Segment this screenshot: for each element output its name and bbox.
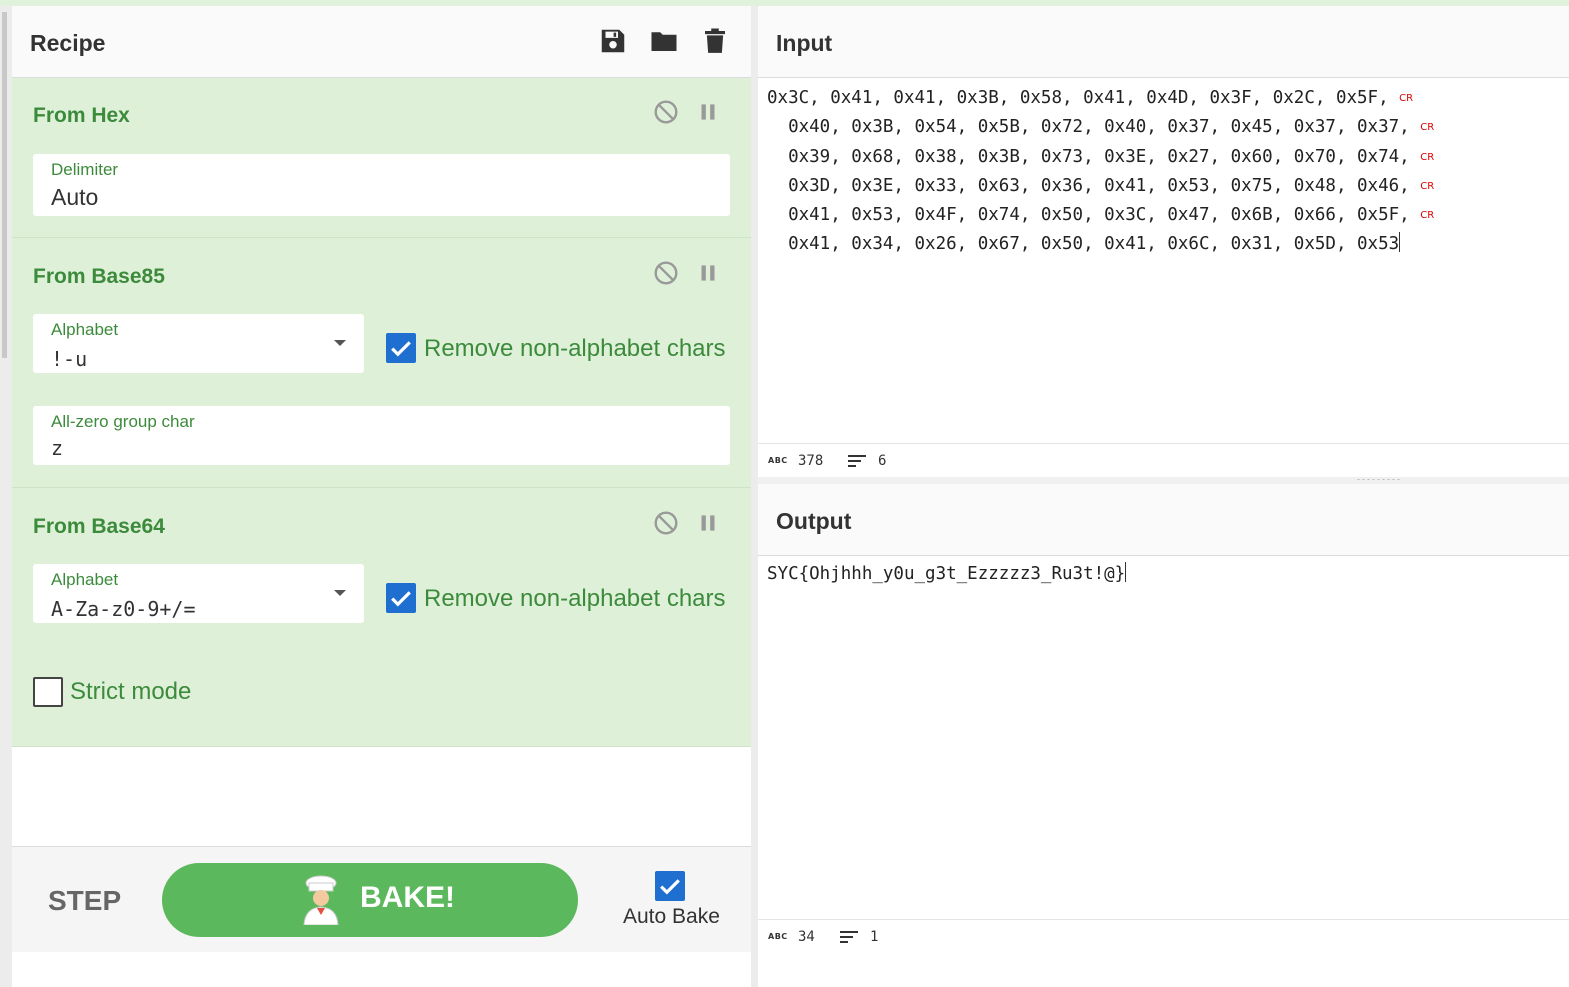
auto-bake-label: Auto Bake [623,905,720,928]
input-line: 0x39, 0x68, 0x38, 0x3B, 0x73, 0x3E, 0x27… [767,143,1434,172]
trash-icon[interactable] [700,26,730,56]
cr-marker: CR [1420,122,1435,134]
delimiter-value: Auto [51,184,99,210]
horizontal-splitter[interactable] [758,477,1569,484]
check-icon [391,591,411,607]
output-header: Output [758,484,1569,556]
input-status-bar: ABC 378 6 [758,443,1569,478]
lines-icon [848,455,866,467]
all-zero-group-char-field[interactable]: All-zero group char z [33,406,730,465]
output-pane: Output SYC{Ohjhhh_y0u_g3t_Ezzzzz3_Ru3t!@… [758,484,1569,987]
delimiter-label: Delimiter [51,160,119,179]
bake-label: BAKE! [360,881,455,914]
input-line-text: 0x39, 0x68, 0x38, 0x3B, 0x73, 0x3E, 0x27… [767,146,1421,167]
strict-mode-checkbox[interactable] [33,677,63,707]
recipe-pane: Recipe From Hex Delimiter Auto From Base… [12,6,751,987]
cr-marker: CR [1420,210,1435,222]
alphabet-label: Alphabet [51,570,119,589]
operation-from-base85[interactable]: From Base85 Alphabet !-u Remove non-alph… [12,238,751,488]
remove-non-alphabet-checkbox[interactable] [386,583,416,613]
disable-icon[interactable] [653,99,679,125]
pause-icon[interactable] [695,99,721,125]
input-line-text: 0x41, 0x53, 0x4F, 0x74, 0x50, 0x3C, 0x47… [767,205,1421,226]
check-icon [391,341,411,357]
input-line-text: 0x40, 0x3B, 0x54, 0x5B, 0x72, 0x40, 0x37… [767,117,1421,138]
left-scrollbar-thumb[interactable] [2,12,7,358]
alphabet-label: Alphabet [51,320,119,339]
recipe-header: Recipe [12,6,751,78]
input-line-text: 0x41, 0x34, 0x26, 0x67, 0x50, 0x41, 0x6C… [767,234,1400,255]
input-textarea[interactable]: 0x3C, 0x41, 0x41, 0x3B, 0x58, 0x41, 0x4D… [767,84,1434,260]
splitter-handle[interactable] [1356,478,1402,481]
recipe-title: Recipe [30,30,106,56]
input-line: 0x40, 0x3B, 0x54, 0x5B, 0x72, 0x40, 0x37… [767,113,1434,142]
folder-icon[interactable] [649,26,679,56]
chef-icon [303,875,339,925]
bake-button[interactable]: BAKE! [162,863,578,937]
auto-bake-checkbox[interactable] [655,871,685,901]
input-line: 0x3D, 0x3E, 0x33, 0x63, 0x36, 0x41, 0x53… [767,172,1434,201]
chevron-down-icon[interactable] [334,340,346,346]
strict-mode-label: Strict mode [70,678,192,705]
input-line: 0x41, 0x34, 0x26, 0x67, 0x50, 0x41, 0x6C… [767,230,1434,259]
input-header: Input [758,6,1569,78]
abc-icon: ABC [768,456,788,465]
remove-non-alphabet-label: Remove non-alphabet chars [424,335,726,362]
alphabet-value: A-Za-z0-9+/= [51,597,196,621]
input-line-count: 6 [878,453,887,469]
left-scrollbar[interactable] [0,6,12,987]
output-char-count: 34 [798,929,815,945]
vertical-splitter[interactable] [751,6,758,987]
text-cursor [1399,232,1401,253]
remove-non-alphabet-checkbox[interactable] [386,333,416,363]
output-textarea[interactable]: SYC{Ohjhhh_y0u_g3t_Ezzzzz3_Ru3t!@} [767,560,1127,589]
input-line-text: 0x3D, 0x3E, 0x33, 0x63, 0x36, 0x41, 0x53… [767,175,1421,196]
input-title: Input [776,30,833,56]
save-icon[interactable] [598,26,628,56]
output-line-count: 1 [870,929,879,945]
input-char-count: 378 [798,453,824,469]
cr-marker: CR [1399,93,1414,104]
abc-icon: ABC [768,932,788,941]
text-cursor [1125,562,1127,582]
all-zero-group-char-label: All-zero group char [51,412,195,431]
remove-non-alphabet-label: Remove non-alphabet chars [424,585,726,612]
alphabet-select[interactable]: Alphabet !-u [33,314,364,373]
input-pane: Input 0x3C, 0x41, 0x41, 0x3B, 0x58, 0x41… [758,6,1569,478]
disable-icon[interactable] [653,260,679,286]
all-zero-group-char-value: z [51,436,64,460]
input-line: 0x41, 0x53, 0x4F, 0x74, 0x50, 0x3C, 0x47… [767,201,1434,230]
operation-title: From Base64 [33,515,165,538]
cr-marker: CR [1420,180,1435,192]
alphabet-select[interactable]: Alphabet A-Za-z0-9+/= [33,564,364,623]
input-line: 0x3C, 0x41, 0x41, 0x3B, 0x58, 0x41, 0x4D… [767,84,1434,113]
delimiter-field[interactable]: Delimiter Auto [33,154,730,216]
alphabet-value: !-u [51,347,88,371]
operation-title: From Hex [33,104,130,127]
lines-icon [840,931,858,943]
output-status-bar: ABC 34 1 [758,919,1569,954]
output-text: SYC{Ohjhhh_y0u_g3t_Ezzzzz3_Ru3t!@} [767,564,1126,584]
cr-marker: CR [1420,151,1435,163]
recipe-controls: STEP BAKE! Auto Bake [12,846,751,952]
operation-title: From Base85 [33,265,165,288]
chevron-down-icon[interactable] [334,590,346,596]
step-button[interactable]: STEP [48,885,121,917]
disable-icon[interactable] [653,510,679,536]
input-line-text: 0x3C, 0x41, 0x41, 0x3B, 0x58, 0x41, 0x4D… [767,88,1400,108]
check-icon [660,879,680,895]
pause-icon[interactable] [695,260,721,286]
operation-from-base64[interactable]: From Base64 Alphabet A-Za-z0-9+/= Remove… [12,488,751,747]
pause-icon[interactable] [695,510,721,536]
operation-from-hex[interactable]: From Hex Delimiter Auto [12,78,751,238]
output-title: Output [776,508,852,534]
